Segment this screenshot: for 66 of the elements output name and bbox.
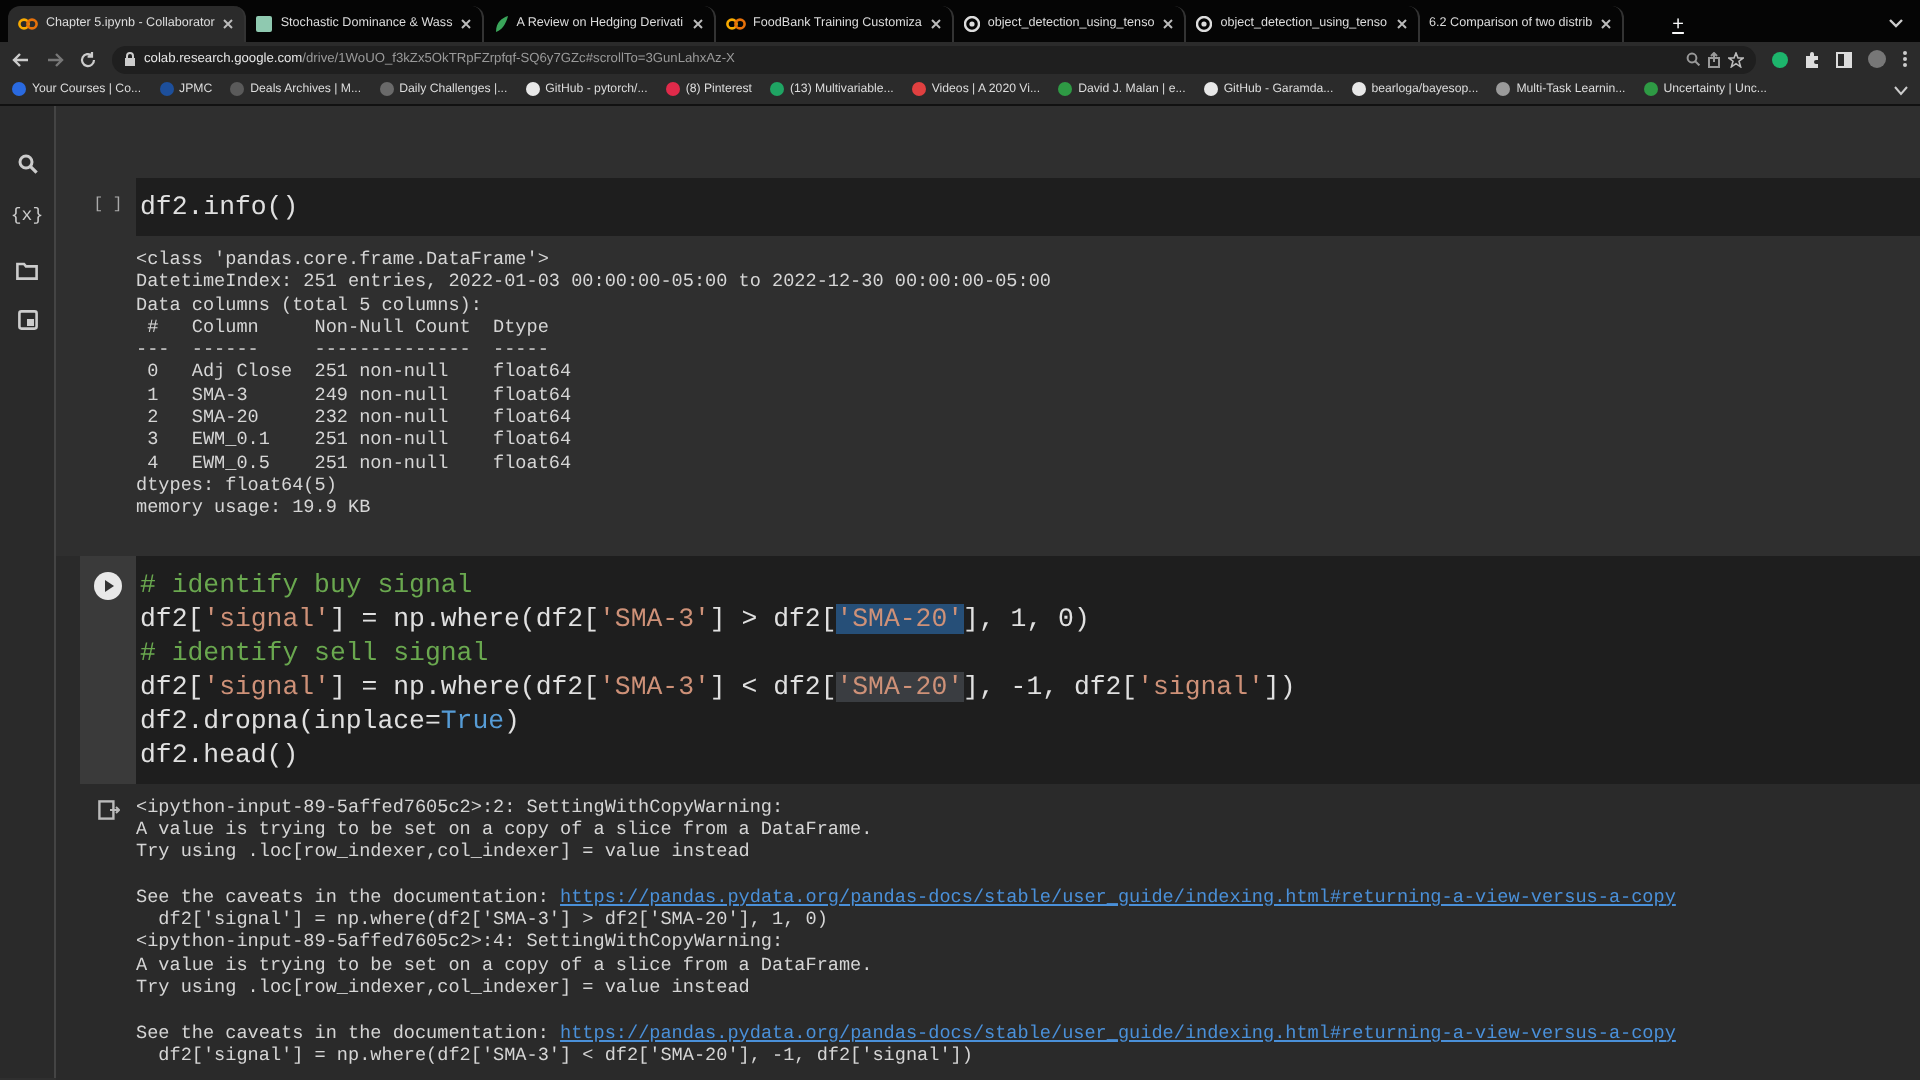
- output-line: See the caveats in the documentation: https://pandas.pydata.org/pandas-docs/stable/user_guide/indexing.html#returning-a-view-versus-a-copy: [136, 1021, 1676, 1044]
- output-line: df2['signal'] = np.where(df2['SMA-3'] < df2['SMA-20'], -1, df2['signal']): [156, 1043, 975, 1067]
- close-icon[interactable]: [691, 18, 704, 30]
- output-line: DatetimeIndex: 251 entries, 2022-01-03 00:00:00-05:00 to 2022-12-30 00:00:00-05:00: [136, 270, 1051, 294]
- output-line: df2['signal'] = np.where(df2['SMA-3'] > df2['SMA-20'], 1, 0): [156, 908, 830, 931]
- output-line: Data columns (total 5 columns):: [136, 293, 484, 316]
- close-icon[interactable]: [1395, 18, 1408, 30]
- forward-arrow-icon[interactable]: [46, 51, 64, 67]
- output-line: 3 EWM_0.1 251 non-null float64: [145, 428, 574, 452]
- output-line: 1 SMA-3 249 non-null float64: [145, 383, 574, 407]
- code-line: df2.info(): [140, 190, 301, 224]
- output-line: memory usage: 19.9 KB: [136, 496, 373, 520]
- code-line: df2['signal'] = np.where(df2['SMA-3'] < df2['SMA-20'], -1, df2['signal']): [140, 669, 1298, 704]
- close-icon[interactable]: [222, 18, 235, 30]
- code-editor[interactable]: df2.info(): [136, 178, 1920, 236]
- form-icon[interactable]: [17, 309, 37, 329]
- output-line: Try using .loc[row_indexer,col_indexer] = value instead: [136, 840, 752, 863]
- document-icon: [256, 16, 273, 32]
- close-icon[interactable]: [1162, 18, 1175, 30]
- output-line: dtypes: float64(5): [136, 473, 339, 497]
- output-line: 4 EWM_0.5 251 non-null float64: [145, 451, 574, 474]
- output-line: Try using .loc[row_indexer,col_indexer] = value instead: [136, 975, 752, 999]
- output-line: <ipython-input-89-5affed7605c2>:4: SettingWithCopyWarning:: [136, 930, 786, 954]
- search-icon[interactable]: [17, 154, 37, 174]
- run-cell-button[interactable]: [ ]: [93, 194, 123, 236]
- chevron-down-icon[interactable]: [1888, 18, 1904, 28]
- reload-icon[interactable]: [80, 51, 96, 67]
- extension-circle-icon[interactable]: [1772, 51, 1788, 67]
- leaf-icon: [494, 16, 509, 32]
- more-menu-icon[interactable]: [1902, 50, 1908, 68]
- side-panel-icon[interactable]: [1836, 51, 1852, 67]
- code-line: df2.dropna(inplace=True): [140, 703, 522, 738]
- code-line: df2.head(): [140, 737, 301, 772]
- play-button-icon[interactable]: [94, 571, 122, 600]
- output-line: See the caveats in the documentation: https://pandas.pydata.org/pandas-docs/stable/user_guide/indexing.html#returning-a-view-versus-a-copy: [136, 885, 1676, 909]
- code-line: # identify sell signal: [140, 635, 491, 670]
- more-chevron-icon[interactable]: [1894, 85, 1908, 95]
- code-line: # identify buy signal: [140, 567, 475, 602]
- folder-icon[interactable]: [16, 261, 38, 279]
- lock-icon: [124, 52, 136, 66]
- avatar-icon[interactable]: [1868, 50, 1886, 68]
- close-icon[interactable]: [460, 18, 473, 30]
- back-arrow-icon[interactable]: [12, 51, 30, 67]
- star-icon[interactable]: [1728, 51, 1744, 67]
- output-line: <ipython-input-89-5affed7605c2>:2: SettingWithCopyWarning:: [136, 795, 786, 818]
- output-line: --- ------ -------------- -----: [136, 338, 551, 361]
- close-icon[interactable]: [929, 18, 942, 30]
- variables-icon[interactable]: {x}: [10, 204, 44, 231]
- infinity-logo-icon: [725, 18, 746, 30]
- output-menu-icon[interactable]: [97, 799, 119, 820]
- output-line: A value is trying to be set on a copy of a slice from a DataFrame.: [136, 953, 875, 976]
- close-icon[interactable]: [1600, 18, 1613, 30]
- output-line: 2 SMA-20 232 non-null float64: [145, 406, 574, 429]
- output-line: 0 Adj Close 251 non-null float64: [145, 360, 574, 384]
- code-editor[interactable]: [136, 555, 1920, 784]
- puzzle-icon[interactable]: [1804, 51, 1820, 67]
- share-icon[interactable]: [1708, 51, 1720, 67]
- new-tab-button[interactable]: +: [1656, 10, 1700, 42]
- doc-link[interactable]: https://pandas.pydata.org/pandas-docs/stable/user_guide/indexing.html#returning-a-view-versus-a-copy: [560, 885, 1676, 908]
- output-line: # Column Non-Null Count Dtype: [145, 315, 551, 339]
- code-line: df2['signal'] = np.where(df2['SMA-3'] > df2['SMA-20'], 1, 0): [140, 601, 1092, 636]
- infinity-logo-icon: [18, 18, 38, 30]
- doc-link[interactable]: https://pandas.pydata.org/pandas-docs/stable/user_guide/indexing.html#returning-a-view-versus-a-copy: [560, 1021, 1676, 1044]
- search-icon[interactable]: [1686, 52, 1700, 66]
- output-line: <class 'pandas.core.frame.DataFrame'>: [136, 248, 551, 271]
- output-line: A value is trying to be set on a copy of a slice from a DataFrame.: [136, 817, 875, 841]
